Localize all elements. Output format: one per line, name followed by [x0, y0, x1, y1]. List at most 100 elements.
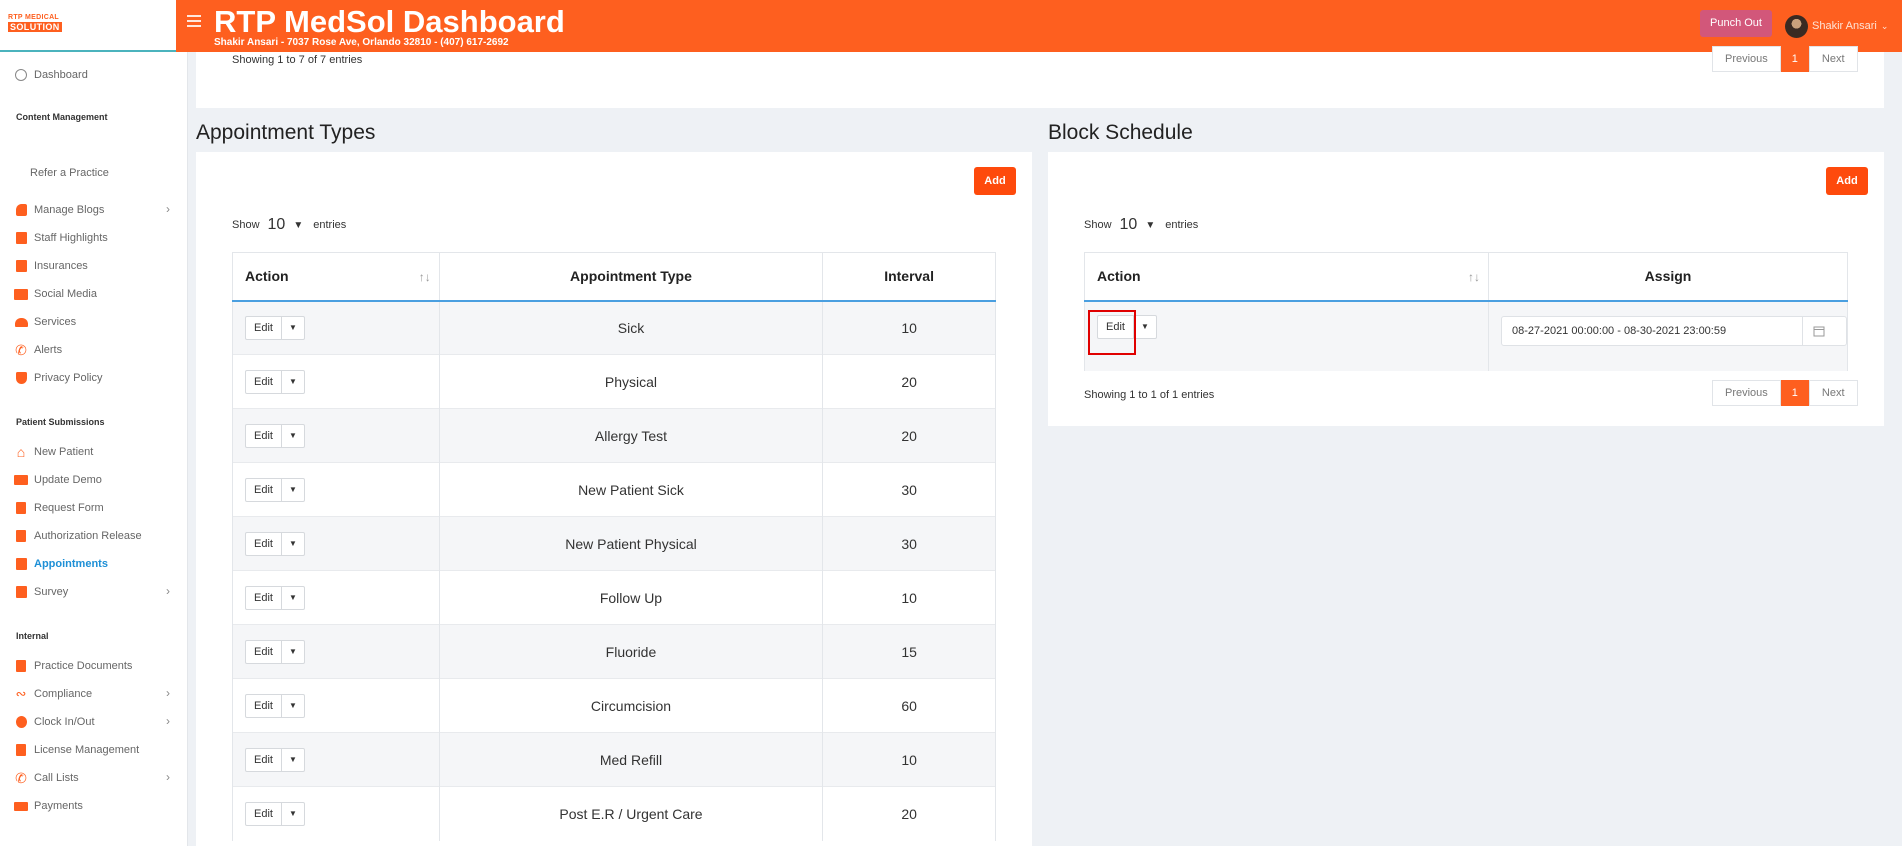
action-button-group: Edit ▼ — [245, 369, 305, 394]
edit-button[interactable]: Edit — [246, 748, 282, 771]
sidebar-item-staff-highlights[interactable]: Staff Highlights — [14, 228, 108, 248]
caret-down-icon[interactable]: ▼ — [282, 533, 304, 555]
user-menu[interactable]: Shakir Ansari ⌄ — [1785, 14, 1888, 38]
sidebar-item-authorization-release[interactable]: Authorization Release — [14, 526, 142, 546]
sidebar-item-manage-blogs[interactable]: Manage Blogs — [14, 200, 104, 220]
appointment-type-cell: Sick — [439, 300, 824, 355]
appointment-type-cell: Follow Up — [439, 570, 824, 625]
caret-down-icon[interactable]: ▼ — [282, 695, 304, 717]
edit-button[interactable]: Edit — [246, 370, 282, 393]
caret-down-icon[interactable]: ▼ — [282, 371, 304, 393]
add-block-schedule-button[interactable]: Add — [1826, 167, 1868, 195]
date-range-field[interactable]: 08-27-2021 00:00:00 - 08-30-2021 23:00:5… — [1501, 315, 1847, 346]
appointment-type-cell: Allergy Test — [439, 408, 824, 463]
photo-icon — [14, 287, 28, 301]
edit-button[interactable]: Edit — [246, 424, 282, 447]
logo[interactable]: RTP MEDICAL SOLUTION — [8, 14, 62, 32]
pagination: Previous 1 Next — [1712, 46, 1858, 72]
id-card-icon — [14, 473, 28, 487]
chevron-down-icon: ▼ — [1145, 219, 1156, 231]
app-subtitle: Shakir Ansari - 7037 Rose Ave, Orlando 3… — [214, 37, 509, 48]
edit-button[interactable]: Edit — [246, 640, 282, 663]
sidebar-item-call-lists[interactable]: ✆ Call Lists — [14, 768, 79, 788]
prev-page-button[interactable]: Previous — [1712, 380, 1781, 406]
sidebar-item-practice-documents[interactable]: Practice Documents — [14, 656, 132, 676]
caret-down-icon[interactable]: ▼ — [282, 749, 304, 771]
entries-select[interactable]: 10 ▼ — [1120, 216, 1156, 234]
sidebar-item-privacy-policy[interactable]: Privacy Policy — [14, 368, 102, 388]
sidebar-item-survey[interactable]: Survey — [14, 582, 68, 602]
top-bar: RTP MEDICAL SOLUTION RTP MedSol Dashboar… — [0, 0, 1902, 52]
action-button-group: Edit ▼ — [245, 693, 305, 718]
edit-button[interactable]: Edit — [246, 316, 282, 339]
calendar-icon[interactable] — [1802, 316, 1834, 345]
caret-down-icon[interactable]: ▼ — [282, 587, 304, 609]
caret-down-icon[interactable]: ▼ — [282, 317, 304, 339]
next-page-button[interactable]: Next — [1808, 380, 1858, 406]
caret-down-icon[interactable]: ▼ — [282, 803, 304, 825]
next-page-button[interactable]: Next — [1808, 46, 1858, 72]
interval-cell: 20 — [822, 408, 996, 463]
col-assign-header[interactable]: Assign — [1488, 252, 1848, 302]
home-icon: ⌂ — [16, 444, 26, 460]
sidebar-item-license-management[interactable]: License Management — [14, 740, 139, 760]
col-action-header[interactable]: Action ↑↓ — [1083, 252, 1490, 302]
sidebar-item-insurances[interactable]: Insurances — [14, 256, 88, 276]
sidebar-item-dashboard[interactable]: Dashboard — [14, 65, 88, 85]
entries-select[interactable]: 10 ▼ — [268, 216, 304, 234]
money-icon — [14, 799, 28, 813]
edit-button[interactable]: Edit — [246, 802, 282, 825]
table-row: Edit ▼ Med Refill 10 — [232, 732, 996, 787]
table-row: Edit ▼ Fluoride 15 — [232, 624, 996, 679]
col-action-header[interactable]: Action ↑↓ — [232, 252, 440, 302]
sidebar-item-update-demo[interactable]: Update Demo — [14, 470, 102, 490]
edit-button[interactable]: Edit — [246, 694, 282, 717]
edit-button[interactable]: Edit — [246, 586, 282, 609]
chevron-down-icon: ⌄ — [1880, 20, 1889, 31]
sidebar-item-refer[interactable]: Refer a Practice — [30, 163, 109, 183]
sidebar-item-services[interactable]: Services — [14, 312, 76, 332]
table-row: Edit ▼ 08-27-2021 00:00:00 - 08-30-2021 … — [1083, 300, 1848, 371]
phone-icon: ✆ — [15, 769, 27, 786]
page-button-1[interactable]: 1 — [1780, 46, 1809, 72]
menu-toggle-icon[interactable] — [187, 15, 201, 27]
section-internal: Internal — [16, 631, 49, 641]
chevron-right-icon: › — [166, 584, 170, 598]
action-button-group: Edit ▼ — [245, 423, 305, 448]
table-row: Edit ▼ New Patient Sick 30 — [232, 462, 996, 517]
sort-icon: ↑↓ — [418, 270, 431, 284]
table-info: Showing 1 to 1 of 1 entries — [1084, 389, 1215, 401]
prev-page-button[interactable]: Previous — [1712, 46, 1781, 72]
punch-out-button[interactable]: Punch Out — [1700, 10, 1772, 37]
table-row: Edit ▼ Follow Up 10 — [232, 570, 996, 625]
sidebar-item-payments[interactable]: Payments — [14, 796, 83, 816]
edit-button[interactable]: Edit — [246, 478, 282, 501]
action-button-group: Edit ▼ — [245, 477, 305, 502]
col-type-header[interactable]: Appointment Type — [439, 252, 824, 302]
interval-cell: 60 — [822, 678, 996, 733]
sidebar-item-request-form[interactable]: Request Form — [14, 498, 104, 518]
sidebar-item-clock-in-out[interactable]: Clock In/Out — [14, 712, 95, 732]
gauge-icon — [14, 68, 28, 82]
caret-down-icon[interactable]: ▼ — [282, 425, 304, 447]
sidebar-item-compliance[interactable]: ∾ Compliance — [14, 684, 93, 704]
caret-down-icon[interactable]: ▼ — [282, 641, 304, 663]
sidebar-item-new-patient[interactable]: ⌂ New Patient — [14, 442, 94, 462]
add-appointment-type-button[interactable]: Add — [974, 167, 1016, 195]
clipboard-icon — [14, 659, 28, 673]
appointment-type-cell: Post E.R / Urgent Care — [439, 786, 824, 841]
sidebar-item-appointments[interactable]: Appointments — [14, 554, 108, 574]
phone-icon: ✆ — [15, 341, 27, 358]
caret-down-icon[interactable]: ▼ — [1134, 316, 1156, 338]
col-interval-header[interactable]: Interval — [822, 252, 996, 302]
page-button-1[interactable]: 1 — [1780, 380, 1809, 406]
edit-button[interactable]: Edit — [246, 532, 282, 555]
sidebar-item-social-media[interactable]: Social Media — [14, 284, 97, 304]
sidebar: Dashboard Content Management Refer a Pra… — [0, 52, 188, 846]
appointment-types-table: Action ↑↓ Appointment Type Interval Edit ▼… — [232, 252, 996, 841]
avatar — [1785, 14, 1808, 38]
action-button-group: Edit ▼ — [245, 639, 305, 664]
caret-down-icon[interactable]: ▼ — [282, 479, 304, 501]
sidebar-item-alerts[interactable]: ✆ Alerts — [14, 340, 62, 360]
chevron-right-icon: › — [166, 202, 170, 216]
